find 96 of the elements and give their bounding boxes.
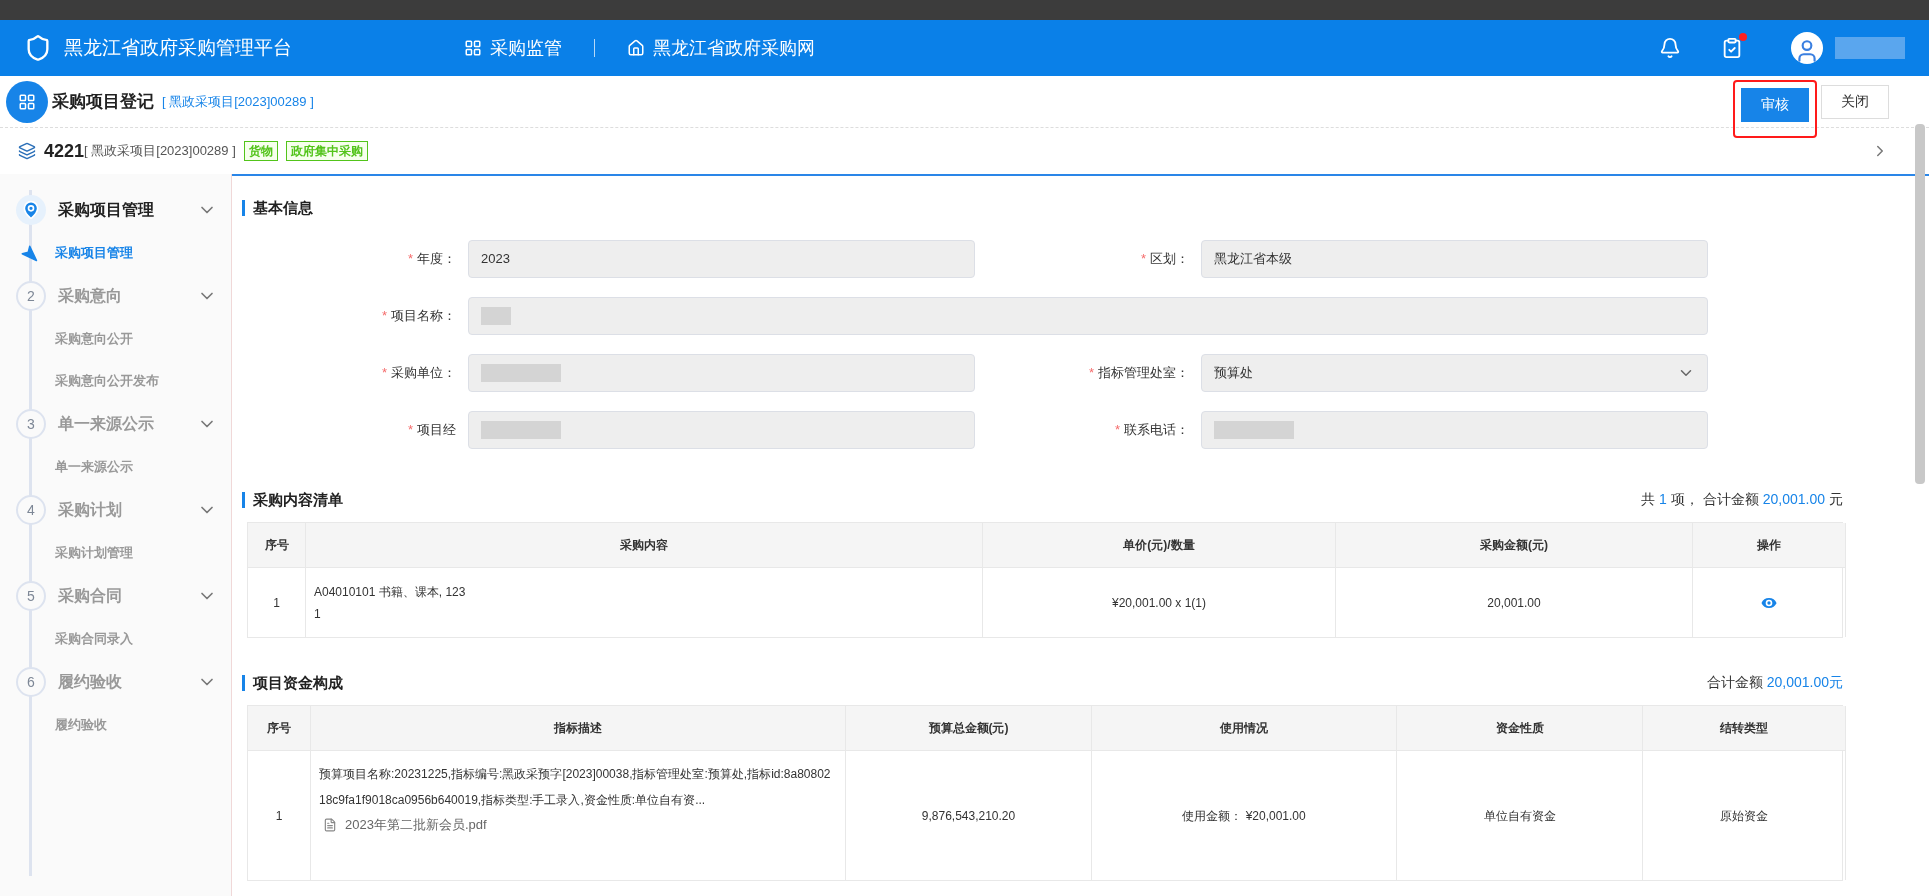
step-title[interactable]: 采购意向 [58, 284, 197, 308]
summary-text: 元 [1829, 490, 1843, 509]
approve-button[interactable]: 审核 [1741, 87, 1809, 122]
required-mark: * [1114, 421, 1120, 440]
summary-text: 项， 合计金额 [1670, 490, 1759, 509]
field-label: 联系电话： [1124, 421, 1189, 440]
select-field[interactable]: 预算处 [1201, 354, 1708, 392]
file-icon [323, 817, 337, 832]
required-mark: * [381, 364, 387, 383]
column-header: 单价(元)/数量 [983, 523, 1336, 567]
sidebar-item[interactable]: 单一来源公示 [55, 457, 133, 477]
layers-icon [18, 142, 36, 160]
close-button[interactable]: 关闭 [1821, 84, 1889, 119]
field-label: 区划： [1150, 250, 1189, 269]
step-number: 3 [16, 409, 46, 439]
table-cell-text: 单位自有资金 [1483, 807, 1556, 825]
section-title: 项目资金构成 [242, 674, 343, 691]
home-icon [627, 39, 645, 57]
table-cell: 1 [248, 567, 306, 637]
required-mark: * [407, 250, 413, 269]
nav-link[interactable]: 采购监管 [464, 34, 562, 62]
summary-text: 合计金额 [1706, 673, 1763, 692]
field-value: 2023 [481, 250, 510, 269]
page-icon [6, 80, 48, 123]
column-header: 操作 [1693, 523, 1846, 567]
bell-icon[interactable] [1659, 37, 1681, 59]
table-cell-text: 原始资金 [1720, 807, 1768, 825]
sidebar-item[interactable]: 采购项目管理 [55, 243, 133, 263]
tag: 政府集中采购 [285, 141, 368, 161]
field-label: 项目经 [417, 421, 456, 440]
project-code: [ 黑政采项目[2023]00289 ] [84, 142, 236, 161]
required-mark: * [407, 421, 413, 440]
section-title: 采购内容清单 [242, 491, 343, 508]
required-mark: * [1088, 364, 1094, 383]
step-title[interactable]: 履约验收 [58, 670, 197, 694]
sidebar-item[interactable]: 采购意向公开发布 [55, 371, 159, 391]
column-header: 资金性质 [1397, 706, 1643, 750]
input-field[interactable] [468, 354, 975, 392]
step-title[interactable]: 采购项目管理 [58, 198, 197, 222]
column-header: 序号 [248, 523, 306, 567]
column-header: 预算总金额(元) [846, 706, 1092, 750]
page-title: 采购项目登记 [52, 90, 154, 113]
sidebar-item[interactable]: 采购合同录入 [55, 629, 133, 649]
project-id: 4221 [44, 139, 85, 163]
column-header: 指标描述 [311, 706, 846, 750]
input-field[interactable] [1201, 411, 1708, 449]
summary-value: 1 [1659, 490, 1667, 509]
step-title[interactable]: 采购合同 [58, 584, 197, 608]
field-label: 指标管理处室： [1098, 364, 1189, 383]
step-number: 2 [16, 281, 46, 311]
summary-text: 共 [1641, 490, 1655, 509]
arrow-pointer-icon [20, 244, 38, 262]
input-field[interactable]: 2023 [468, 240, 975, 278]
table-cell-text: 预算项目名称:20231225,指标编号:黑政采预字[2023]00038,指标管理处室:预算处,指标id:8a8080218c9fa1f9018ca0956b640019,指标类型:手工录入,资金性质:单位自有资... [319, 766, 832, 809]
summary-value: 20,001.00元 [1766, 673, 1843, 692]
table-cell-text: ¥20,001.00 x 1(1) [1111, 594, 1207, 612]
table-cell-text: 1 [275, 807, 283, 825]
field-value: 预算处 [1214, 364, 1253, 383]
nav-link[interactable]: 黑龙江省政府采购网 [627, 34, 815, 62]
step-number: 5 [16, 581, 46, 611]
project-code: [ 黑政采项目[2023]00289 ] [162, 92, 314, 111]
redacted-username [1835, 37, 1905, 59]
avatar[interactable] [1791, 32, 1823, 64]
step-title[interactable]: 采购计划 [58, 498, 197, 522]
column-header: 采购金额(元) [1336, 523, 1693, 567]
task-icon[interactable] [1721, 37, 1743, 59]
platform-title: 黑龙江省政府采购管理平台 [64, 35, 293, 60]
column-header: 采购内容 [306, 523, 983, 567]
apps-icon [464, 39, 482, 57]
field-label: 项目名称： [391, 307, 456, 326]
table-cell-text: 9,876,543,210.20 [921, 807, 1016, 825]
input-field[interactable]: 黑龙江省本级 [1201, 240, 1708, 278]
column-header: 使用情况 [1092, 706, 1397, 750]
sidebar-item[interactable]: 采购意向公开 [55, 329, 133, 349]
field-label: 年度： [417, 250, 456, 269]
tag: 货物 [243, 141, 278, 161]
table-cell-text: 20,001.00 [1487, 594, 1541, 612]
attachment-link[interactable]: 2023年第二批新会员.pdf [345, 815, 487, 835]
section-title: 基本信息 [242, 200, 1843, 216]
column-header: 结转类型 [1643, 706, 1846, 750]
table-cell-text: 1 [314, 605, 321, 623]
table-cell-text: 使用金额： ¥20,001.00 [1182, 807, 1306, 825]
step-number: 6 [16, 667, 46, 697]
field-value: 黑龙江省本级 [1214, 250, 1292, 269]
step-title[interactable]: 单一来源公示 [58, 412, 197, 436]
summary-value: 20,001.00 [1762, 490, 1825, 509]
input-field[interactable] [468, 297, 1708, 335]
required-mark: * [381, 307, 387, 326]
sidebar-item[interactable]: 履约验收 [55, 715, 107, 735]
step-number: 4 [16, 495, 46, 525]
input-field[interactable] [468, 411, 975, 449]
table-cell-text: A04010101 书籍、课本, 123 [314, 583, 466, 601]
required-mark: * [1140, 250, 1146, 269]
column-header: 序号 [248, 706, 311, 750]
sidebar-item[interactable]: 采购计划管理 [55, 543, 133, 563]
field-label: 采购单位： [391, 364, 456, 383]
